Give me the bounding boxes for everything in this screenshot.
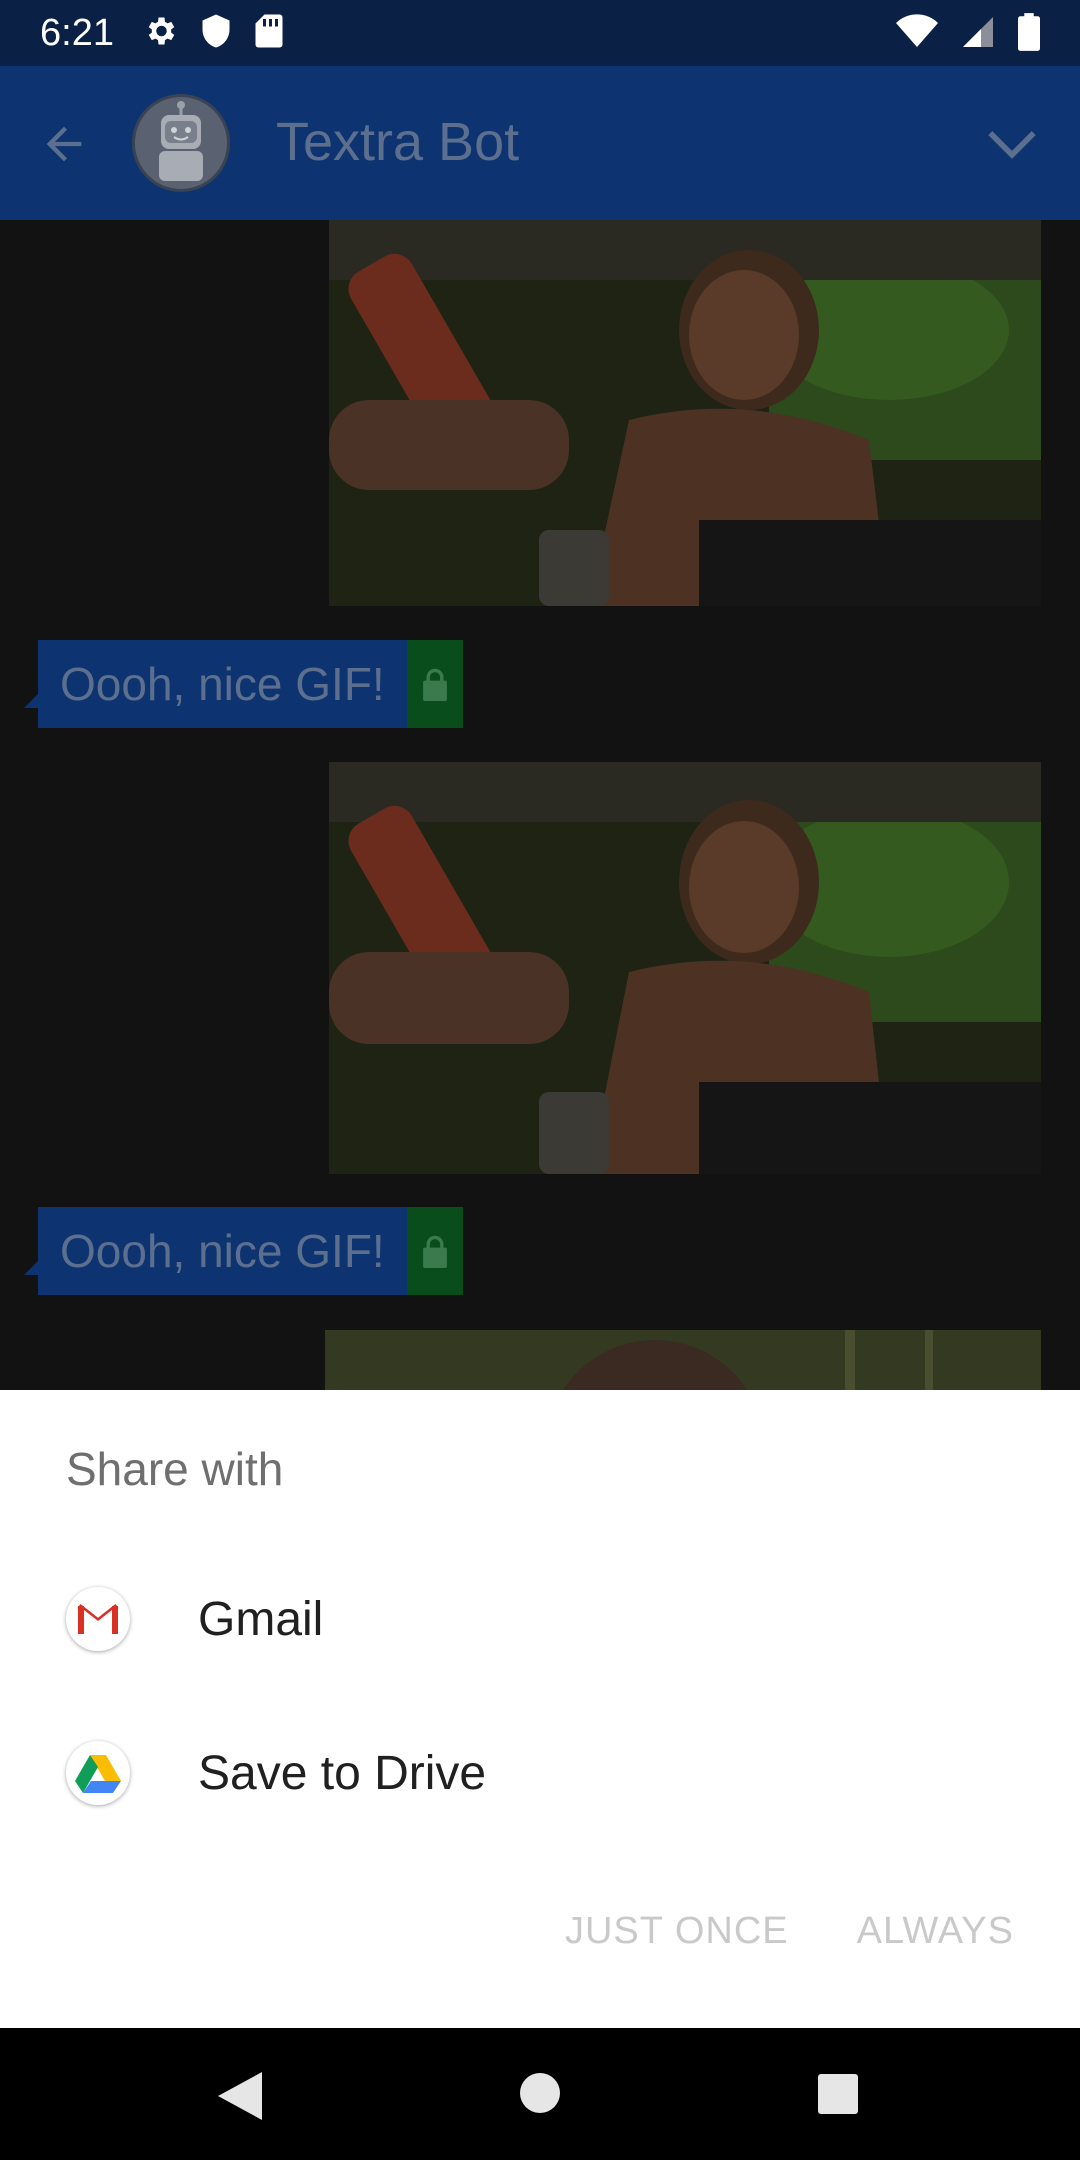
gmail-icon: [66, 1587, 130, 1651]
just-once-button[interactable]: JUST ONCE: [565, 1910, 789, 1953]
message-text: Oooh, nice GIF!: [38, 1207, 407, 1295]
message-bubble[interactable]: Oooh, nice GIF!: [24, 1207, 463, 1295]
back-arrow-icon[interactable]: [38, 118, 90, 170]
shield-icon: [202, 14, 230, 48]
status-time: 6:21: [40, 12, 114, 54]
robot-icon: [159, 101, 203, 181]
nav-recents-icon[interactable]: [818, 2074, 858, 2114]
bubble-tail: [24, 1261, 38, 1275]
gif-image[interactable]: [325, 1330, 1041, 1390]
contact-avatar[interactable]: [132, 94, 230, 192]
settings-icon: [148, 17, 175, 45]
drive-icon: [66, 1741, 130, 1805]
share-sheet-actions: JUST ONCE ALWAYS: [565, 1910, 1014, 1953]
message-bubble[interactable]: Oooh, nice GIF!: [24, 640, 463, 728]
chevron-down-icon[interactable]: [986, 124, 1038, 164]
status-icons-right: [896, 13, 1040, 51]
share-option-label: Gmail: [198, 1592, 324, 1646]
status-icons-left: [142, 13, 284, 49]
sd-card-icon: [255, 14, 283, 48]
contact-name[interactable]: Textra Bot: [276, 110, 519, 174]
lock-icon: [406, 1207, 463, 1295]
signal-icon: [963, 17, 993, 47]
bubble-tail: [24, 694, 38, 708]
app-bar: Textra Bot: [0, 66, 1080, 220]
nav-back-icon[interactable]: [218, 2072, 262, 2120]
message-text: Oooh, nice GIF!: [38, 640, 407, 728]
nav-home-icon[interactable]: [520, 2073, 560, 2113]
battery-icon: [1018, 13, 1040, 51]
share-option-gmail[interactable]: Gmail: [0, 1544, 1080, 1694]
always-button[interactable]: ALWAYS: [857, 1910, 1014, 1953]
gif-image[interactable]: [329, 220, 1041, 606]
status-bar: 6:21: [0, 0, 1080, 66]
gif-image[interactable]: [329, 762, 1041, 1174]
share-option-label: Save to Drive: [198, 1746, 487, 1800]
conversation-list: Oooh, nice GIF! Oooh, nice GIF!: [0, 220, 1080, 1390]
wifi-icon: [896, 14, 938, 47]
lock-icon: [406, 640, 463, 728]
navigation-bar: [0, 2028, 1080, 2160]
share-sheet: Share with Gmail Save to Drive JUST ONCE…: [0, 1390, 1080, 2028]
share-sheet-title: Share with: [66, 1443, 284, 1495]
share-option-drive[interactable]: Save to Drive: [0, 1698, 1080, 1848]
